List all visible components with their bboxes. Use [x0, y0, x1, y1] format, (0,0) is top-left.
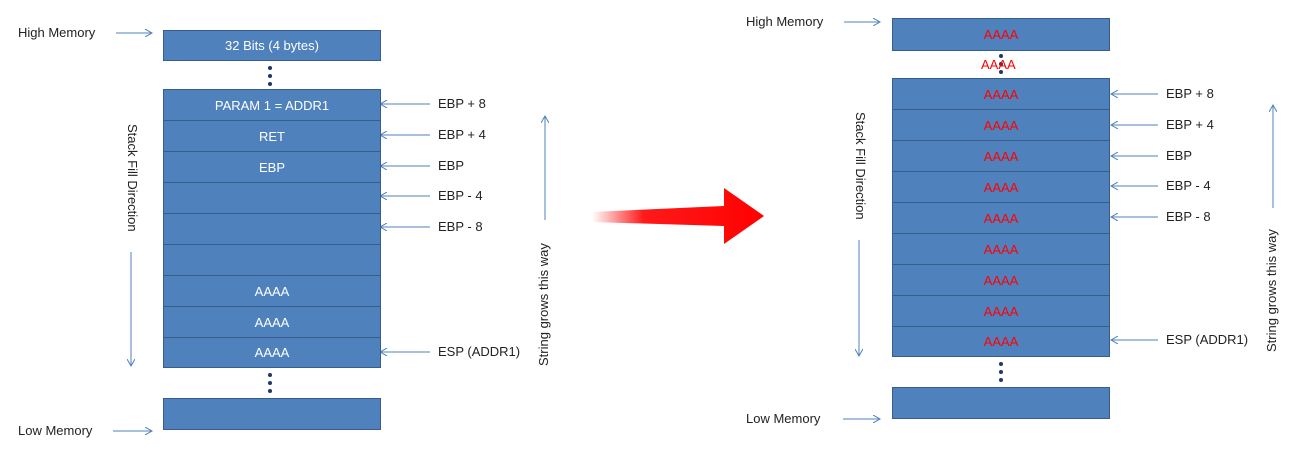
ellipsis-dot [268, 74, 272, 78]
pointer-label: EBP + 4 [438, 127, 486, 142]
stack-cell-bottom [892, 387, 1110, 419]
pointer-label: EBP - 8 [1166, 209, 1211, 224]
ellipsis-dot [268, 66, 272, 70]
stack-cell: AAAA [892, 233, 1110, 265]
ellipsis-dot [268, 381, 272, 385]
pointer-label: ESP (ADDR1) [438, 344, 521, 359]
stack-cell-bottom [163, 398, 381, 430]
pointer-label: EBP - 4 [1166, 178, 1211, 193]
stack-cell: EBP [163, 151, 381, 183]
low-memory-label: Low Memory [18, 423, 93, 438]
pointer-label: EBP + 8 [1166, 86, 1214, 101]
stack-cell: AAAA [892, 202, 1110, 234]
low-memory-label: Low Memory [746, 411, 821, 426]
stack-cell: AAAA [892, 140, 1110, 172]
pointer-label: EBP - 8 [438, 219, 483, 234]
stack-cell: AAAA [892, 264, 1110, 296]
transition-arrow [592, 188, 764, 244]
stack-cell: RET [163, 120, 381, 152]
string-direction-label: String grows this way [1264, 229, 1279, 352]
stack-cell: PARAM 1 = ADDR1 [163, 89, 381, 121]
pointer-label: EBP + 8 [438, 96, 486, 111]
stack-cell-top: 32 Bits (4 bytes) [163, 30, 381, 61]
stack-cell [163, 244, 381, 276]
ellipsis-dot [999, 362, 1003, 366]
stack-cell: AAAA [163, 306, 381, 338]
stack-cell: AAAA [892, 295, 1110, 327]
stack-cell: AAAA [163, 275, 381, 307]
stack-cell [163, 182, 381, 214]
high-memory-label: High Memory [746, 14, 824, 29]
pointer-label: EBP + 4 [1166, 117, 1214, 132]
stack-direction-label: Stack Fill Direction [125, 124, 140, 232]
stack-cell-top: AAAA [892, 18, 1110, 51]
string-direction-label: String grows this way [536, 243, 551, 366]
high-memory-label: High Memory [18, 25, 96, 40]
stack-cell: AAAA [892, 78, 1110, 110]
stack-cell: AAAA [892, 109, 1110, 141]
pointer-label: EBP [1166, 148, 1193, 163]
ellipsis-dot [268, 82, 272, 86]
pointer-label: EBP - 4 [438, 188, 483, 203]
stack-cell: AAAA [163, 337, 381, 368]
stack-cell [163, 213, 381, 245]
ellipsis-dot [268, 389, 272, 393]
overflow-text: AAAA [981, 57, 1016, 72]
pointer-label: EBP [438, 158, 465, 173]
stack-cell: AAAA [892, 171, 1110, 203]
ellipsis-dot [999, 378, 1003, 382]
pointer-label: ESP (ADDR1) [1166, 332, 1249, 347]
stack-cell: AAAA [892, 326, 1110, 357]
diagram-canvas: High Memory Low Memory 32 Bits (4 bytes)… [0, 0, 1298, 456]
ellipsis-dot [999, 370, 1003, 374]
ellipsis-dot [268, 373, 272, 377]
stack-direction-label: Stack Fill Direction [853, 112, 868, 220]
